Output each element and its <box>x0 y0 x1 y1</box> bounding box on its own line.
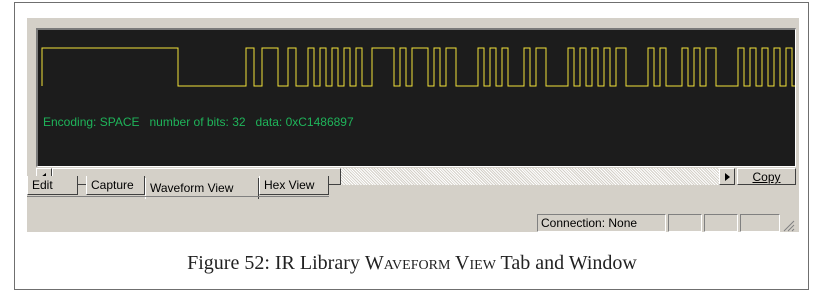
ir-library-window: Encoding: SPACE number of bits: 32 data:… <box>27 18 799 232</box>
tabs-baseline <box>27 196 329 197</box>
caption-prefix: Figure 52: IR Library <box>187 252 365 274</box>
tab-hex-view[interactable]: Hex View <box>259 176 329 195</box>
view-tabs: Edit Capture Waveform View Hex View <box>27 176 799 199</box>
tab-edit[interactable]: Edit <box>27 176 78 195</box>
waveform-trace <box>41 47 795 87</box>
decode-info-text: Encoding: SPACE number of bits: 32 data:… <box>43 115 354 129</box>
resize-grip-icon[interactable] <box>783 220 795 232</box>
status-cell-empty-2 <box>704 214 738 232</box>
connection-status: Connection: None <box>537 214 666 232</box>
figure-caption: Figure 52: IR Library Waveform View Tab … <box>0 252 824 275</box>
waveform-line <box>41 47 795 87</box>
waveform-panel: Encoding: SPACE number of bits: 32 data:… <box>36 28 796 167</box>
caption-smallcaps: Waveform View <box>364 252 496 274</box>
status-cell-empty-3 <box>740 214 780 232</box>
status-cell-empty-1 <box>668 214 702 232</box>
tab-capture[interactable]: Capture <box>86 176 145 195</box>
status-bar: Connection: None <box>27 214 799 232</box>
caption-suffix: Tab and Window <box>495 252 637 274</box>
